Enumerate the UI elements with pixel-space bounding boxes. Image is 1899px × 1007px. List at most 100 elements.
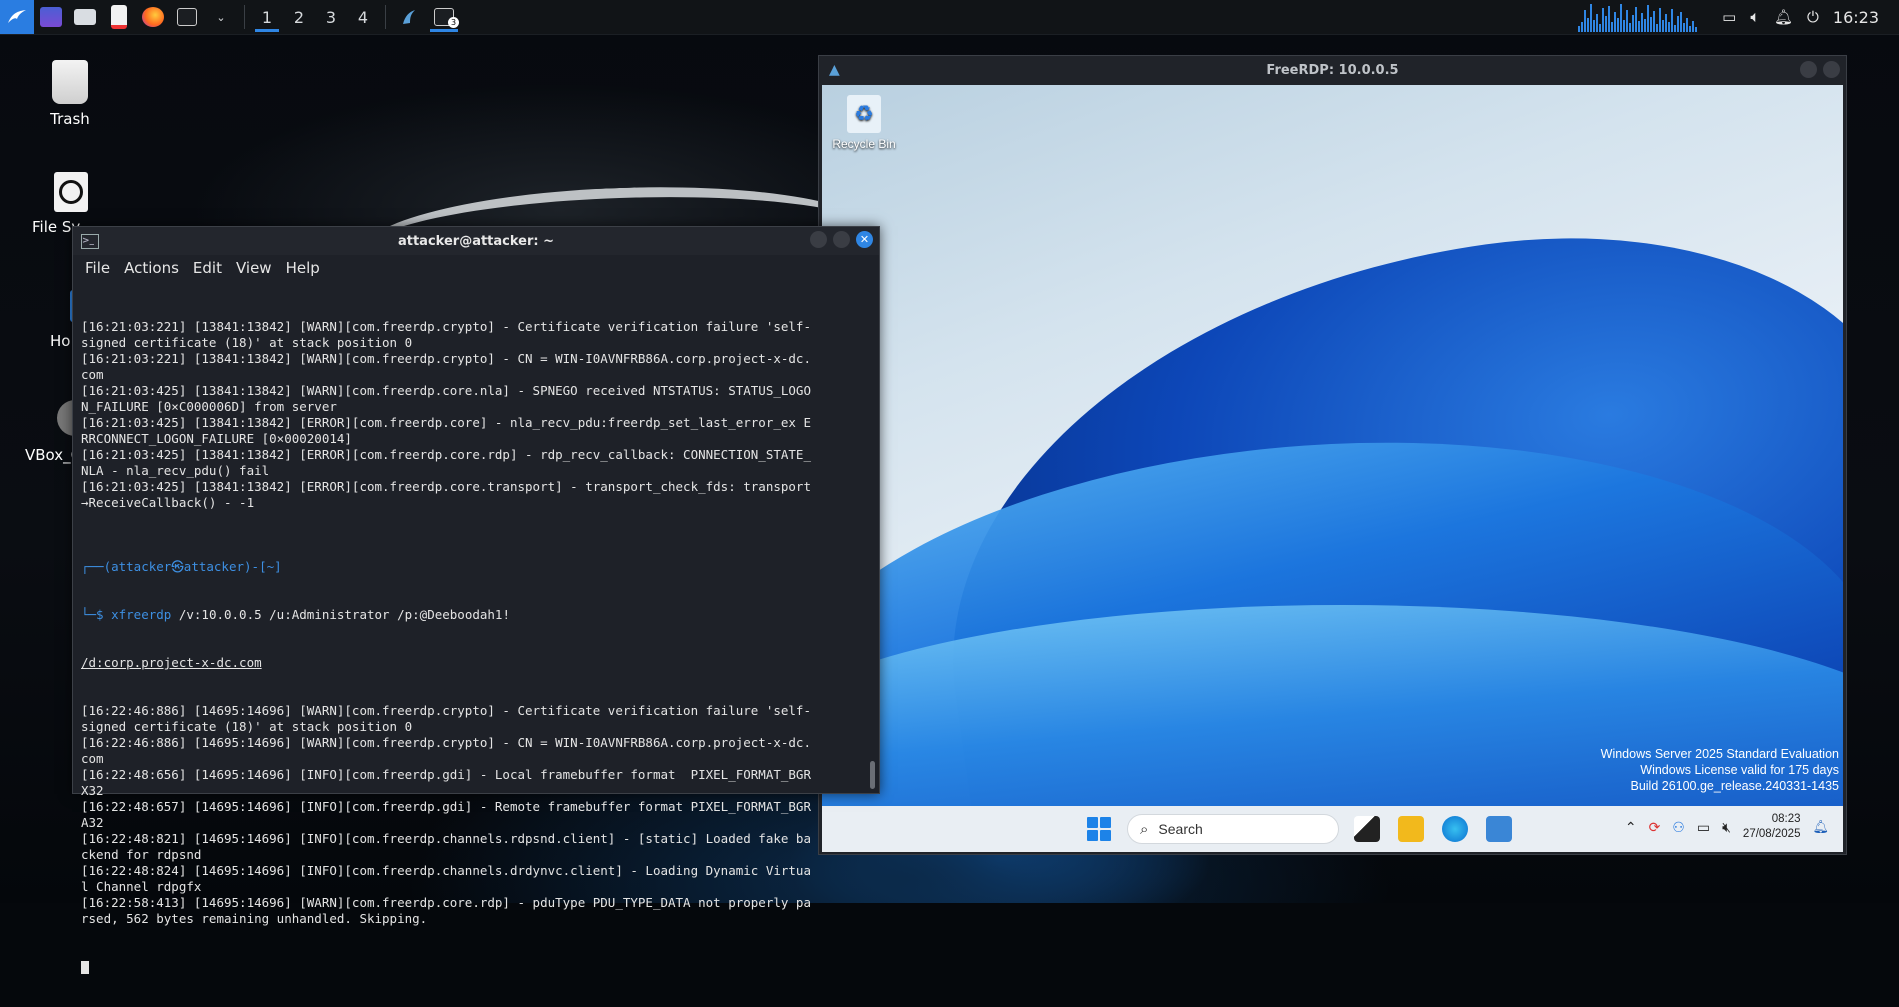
system-tray: ▭ 🔈︎ 🔔︎ ⏻ 16:23 xyxy=(1578,0,1899,34)
terminal-output-block: [16:21:03:221] [13841:13842] [WARN][com.… xyxy=(81,319,863,527)
firefox-icon xyxy=(142,7,164,27)
cpu-monitor-graph[interactable] xyxy=(1578,2,1708,32)
file-explorer-icon[interactable] xyxy=(1398,816,1424,842)
desktop-icon xyxy=(40,7,62,27)
volume-muted-icon[interactable]: 🔇︎ xyxy=(1722,819,1731,836)
chevron-up-icon[interactable]: ⌃ xyxy=(1625,819,1637,836)
windows-system-tray: ⌃ ⟳ ⚇ ▭ 🔇︎ 08:23 27/08/2025 🔔︎ xyxy=(1625,812,1829,842)
terminal-line: [16:22:46:886] [14695:14696] [WARN][com.… xyxy=(81,703,811,718)
filesystem-icon xyxy=(54,172,88,212)
terminal-window[interactable]: >_ attacker@attacker: ~ ✕ File Actions E… xyxy=(72,226,880,974)
menu-view[interactable]: View xyxy=(236,259,272,277)
terminal-line: signed certificate (18)' at stack positi… xyxy=(81,335,413,350)
terminal-output-block: [16:22:46:886] [14695:14696] [WARN][com.… xyxy=(81,703,863,927)
terminal-output[interactable]: [16:21:03:221] [13841:13842] [WARN][com.… xyxy=(81,287,863,974)
terminal-line: [16:21:03:425] [13841:13842] [ERROR][com… xyxy=(81,415,811,430)
windows-start-button[interactable] xyxy=(1087,817,1111,841)
volume-icon[interactable]: 🔈︎ xyxy=(1750,7,1760,27)
shell-prompt: ┌──(attacker㉿attacker)-[~] xyxy=(81,559,282,574)
recycle-bin-icon-tile[interactable]: ♻ Recycle Bin xyxy=(826,95,902,151)
edge-browser-icon[interactable] xyxy=(1442,816,1468,842)
display-icon[interactable]: ▭ xyxy=(1722,8,1736,26)
sync-icon[interactable]: ⟳ xyxy=(1649,819,1661,836)
terminal-line: RRCONNECT_LOGON_FAILURE [0×00020014] xyxy=(81,431,352,446)
workspace-4[interactable]: 4 xyxy=(347,0,379,34)
taskbar-freerdp[interactable] xyxy=(392,0,426,34)
command-wrap: /d:corp.project-x-dc.com xyxy=(81,655,262,670)
show-desktop-button[interactable] xyxy=(34,0,68,34)
chevron-down-icon: ⌄ xyxy=(216,10,226,24)
desktop-icon-trash[interactable]: Trash xyxy=(20,60,120,128)
remote-windows-desktop[interactable]: ♻ Recycle Bin Windows Server 2025 Standa… xyxy=(822,85,1843,806)
panel-separator xyxy=(244,5,245,29)
workspace-2[interactable]: 2 xyxy=(283,0,315,34)
desktop-icon-label: Trash xyxy=(50,110,90,128)
terminal-cursor-line xyxy=(81,959,863,975)
terminal-line: ckend for rdpsnd xyxy=(81,847,202,862)
panel-clock[interactable]: 16:23 xyxy=(1833,8,1879,27)
freerdp-title: FreeRDP: 10.0.0.5 xyxy=(1266,62,1399,78)
command-args: /v:10.0.0.5 /u:Administrator /p:@Deebood… xyxy=(171,607,510,622)
server-manager-icon[interactable] xyxy=(1486,816,1512,842)
panel-separator xyxy=(385,5,386,29)
terminal-line: signed certificate (18)' at stack positi… xyxy=(81,719,413,734)
workspace-3[interactable]: 3 xyxy=(315,0,347,34)
terminal-line: [16:21:03:221] [13841:13842] [WARN][com.… xyxy=(81,351,811,366)
workspace-1[interactable]: 1 xyxy=(251,0,283,34)
terminal-line: [16:21:03:425] [13841:13842] [ERROR][com… xyxy=(81,479,811,494)
terminal-icon: >_ xyxy=(81,234,99,249)
recycle-bin-icon: ♻ xyxy=(847,95,881,133)
terminal-icon xyxy=(177,8,197,26)
menu-help[interactable]: Help xyxy=(286,259,320,277)
minimize-button[interactable] xyxy=(810,231,827,248)
terminal-launcher[interactable] xyxy=(170,0,204,34)
terminal-line: [16:22:48:657] [14695:14696] [INFO][com.… xyxy=(81,799,811,814)
terminal-scrollbar[interactable] xyxy=(870,761,875,789)
people-icon[interactable]: ⚇ xyxy=(1672,819,1685,836)
kali-menu-button[interactable] xyxy=(0,0,34,34)
firefox-launcher[interactable] xyxy=(136,0,170,34)
terminal-line: rsed, 562 bytes remaining unhandled. Ski… xyxy=(81,911,428,926)
maximize-button[interactable] xyxy=(833,231,850,248)
terminal-line: [16:22:48:656] [14695:14696] [INFO][com.… xyxy=(81,767,811,782)
notification-bell-icon[interactable]: 🔔︎ xyxy=(1812,819,1829,835)
terminal-line: com xyxy=(81,751,104,766)
search-placeholder: Search xyxy=(1158,821,1203,837)
terminal-launcher-dropdown[interactable]: ⌄ xyxy=(204,0,238,34)
terminal-line: [16:22:48:824] [14695:14696] [INFO][com.… xyxy=(81,863,811,878)
task-view-icon[interactable] xyxy=(1354,816,1380,842)
prompt-prefix: └─$ xyxy=(81,607,112,622)
file-manager-launcher[interactable] xyxy=(68,0,102,34)
windows-clock[interactable]: 08:23 27/08/2025 xyxy=(1743,812,1801,842)
menu-file[interactable]: File xyxy=(85,259,110,277)
menu-edit[interactable]: Edit xyxy=(193,259,222,277)
terminal-line: [16:22:58:413] [14695:14696] [WARN][com.… xyxy=(81,895,811,910)
folder-icon xyxy=(74,9,96,25)
freerdp-titlebar[interactable]: ▲ FreeRDP: 10.0.0.5 xyxy=(819,56,1846,84)
close-button[interactable]: ✕ xyxy=(856,231,873,248)
taskbar-terminal[interactable]: 3 xyxy=(426,0,462,34)
terminal-line: N_FAILURE [0×C000006D] from server xyxy=(81,399,337,414)
trash-icon xyxy=(52,60,88,104)
terminal-line: [16:21:03:221] [13841:13842] [WARN][com.… xyxy=(81,319,811,334)
text-editor-launcher[interactable] xyxy=(102,0,136,34)
terminal-title: attacker@attacker: ~ xyxy=(397,233,555,249)
windows-evaluation-watermark: Windows Server 2025 Standard Evaluation … xyxy=(1600,747,1839,793)
kali-dragon-icon xyxy=(8,10,26,23)
maximize-button[interactable] xyxy=(1823,61,1840,78)
power-icon[interactable]: ⏻ xyxy=(1807,8,1819,26)
terminal-line: [16:21:03:425] [13841:13842] [ERROR][com… xyxy=(81,447,811,462)
terminal-titlebar[interactable]: >_ attacker@attacker: ~ ✕ xyxy=(73,227,879,255)
windows-search-box[interactable]: ⌕ Search xyxy=(1127,814,1339,844)
notification-bell-icon[interactable]: 🔔︎ xyxy=(1774,8,1793,26)
command-line: └─$ xfreerdp /v:10.0.0.5 /u:Administrato… xyxy=(81,607,863,623)
freerdp-window[interactable]: ▲ FreeRDP: 10.0.0.5 ♻ Recycle Bin Window… xyxy=(818,55,1847,855)
kali-dragon-icon xyxy=(403,10,415,24)
minimize-button[interactable] xyxy=(1800,61,1817,78)
menu-actions[interactable]: Actions xyxy=(124,259,179,277)
network-icon[interactable]: ▭ xyxy=(1697,819,1710,836)
top-panel: ⌄ 1 2 3 4 3 ▭ 🔈︎ 🔔︎ ⏻ 16:23 xyxy=(0,0,1899,35)
terminal-line: l Channel rdpgfx xyxy=(81,879,202,894)
recycle-bin-label: Recycle Bin xyxy=(832,137,896,151)
